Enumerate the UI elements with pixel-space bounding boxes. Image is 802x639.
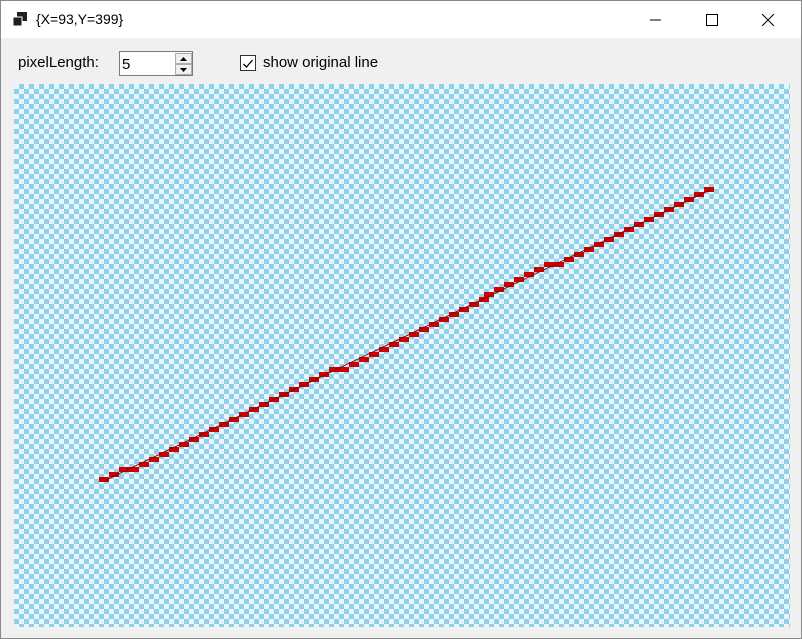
line-pixel bbox=[319, 372, 329, 377]
window-title: {X=93,Y=399} bbox=[36, 11, 124, 27]
line-pixel bbox=[149, 457, 159, 462]
chevron-down-icon bbox=[180, 67, 187, 72]
line-pixel bbox=[604, 237, 614, 242]
line-pixel bbox=[309, 377, 319, 382]
spin-up-button[interactable] bbox=[175, 53, 192, 64]
line-pixel bbox=[219, 422, 229, 427]
maximize-icon bbox=[706, 13, 718, 26]
line-pixel bbox=[159, 452, 169, 457]
title-bar[interactable]: {X=93,Y=399} bbox=[1, 1, 801, 38]
line-pixel bbox=[534, 267, 544, 272]
close-icon bbox=[762, 13, 774, 26]
pixel-length-stepper[interactable] bbox=[119, 51, 193, 76]
minimize-button[interactable] bbox=[633, 1, 679, 38]
line-pixel bbox=[329, 367, 339, 372]
line-pixel bbox=[479, 297, 489, 302]
line-pixel bbox=[524, 272, 534, 277]
app-icon bbox=[12, 12, 27, 27]
line-pixel bbox=[229, 417, 239, 422]
app-window: {X=93,Y=399} pixelLength: 5 show origina… bbox=[0, 0, 802, 639]
original-line bbox=[103, 189, 711, 482]
pixel-line bbox=[99, 187, 714, 482]
spin-down-button[interactable] bbox=[175, 64, 192, 75]
show-original-line-label: show original line bbox=[263, 54, 379, 71]
chevron-up-icon bbox=[180, 56, 187, 61]
line-pixel bbox=[409, 332, 419, 337]
pixel-length-label: pixelLength: bbox=[18, 54, 99, 71]
checkmark-icon bbox=[243, 59, 253, 68]
line-pixel bbox=[614, 232, 624, 237]
line-pixel bbox=[694, 192, 704, 197]
maximize-button[interactable] bbox=[689, 1, 735, 38]
close-button[interactable] bbox=[745, 1, 791, 38]
pixel-length-input[interactable] bbox=[122, 55, 172, 73]
line-pixel bbox=[139, 462, 149, 467]
line-pixel bbox=[399, 337, 409, 342]
minimize-icon bbox=[650, 19, 661, 20]
line-pixel bbox=[239, 412, 249, 417]
line-pixel bbox=[544, 262, 554, 267]
drawing-canvas[interactable] bbox=[14, 84, 790, 627]
line-pixel bbox=[704, 187, 714, 192]
line-pixel bbox=[389, 342, 399, 347]
show-original-line-checkbox[interactable] bbox=[240, 55, 256, 71]
